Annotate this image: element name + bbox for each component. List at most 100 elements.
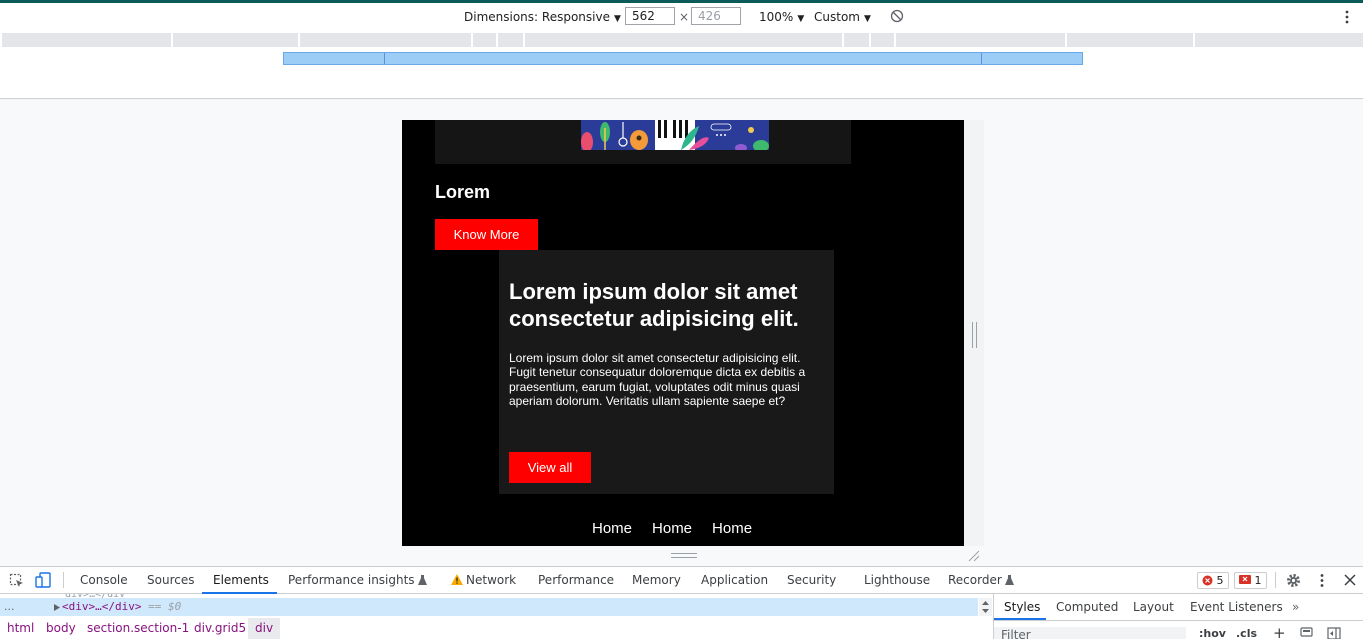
width-input[interactable]: 562 — [625, 7, 675, 25]
issue-count: 1 — [1254, 574, 1262, 587]
tab-styles[interactable]: Styles — [1004, 600, 1040, 614]
zoom-value: 100% — [759, 10, 794, 24]
toolbar-divider — [63, 572, 64, 588]
breadcrumb-body[interactable]: body — [46, 621, 76, 635]
breadcrumb-html[interactable]: html — [7, 621, 34, 635]
content-card: Lorem ipsum dolor sit amet consectetur a… — [499, 250, 834, 494]
corner-resize-handle[interactable] — [967, 549, 981, 563]
styles-filter-input[interactable]: Filter — [994, 627, 1186, 639]
devtools-panel: Console Sources Elements Performance ins… — [0, 566, 1363, 639]
caret-down-icon: ▼ — [613, 14, 621, 24]
media-query-segment[interactable] — [2, 33, 171, 47]
active-tab-indicator — [202, 592, 277, 594]
inspect-element-icon[interactable] — [9, 573, 24, 588]
caret-down-icon: ▼ — [863, 14, 871, 24]
error-counter[interactable]: 5 — [1197, 572, 1229, 589]
know-more-button[interactable]: Know More — [435, 219, 538, 250]
width-resize-handle[interactable] — [972, 322, 977, 348]
breadcrumb-div-grid5[interactable]: div.grid5 — [194, 621, 246, 635]
media-query-bar — [0, 31, 1363, 49]
caret-down-icon: ▼ — [797, 14, 805, 24]
throttle-dropdown[interactable]: Custom ▼ — [814, 10, 871, 26]
device-toolbar: Dimensions: Responsive ▼ 562 × 426 100% ▼ … — [0, 3, 1363, 31]
media-query-segment[interactable] — [498, 33, 523, 47]
media-query-segment[interactable] — [871, 33, 894, 47]
breadcrumb-div-current[interactable]: div — [248, 618, 281, 639]
dimensions-dropdown[interactable]: Dimensions: Responsive ▼ — [464, 10, 621, 26]
media-query-segment[interactable] — [173, 33, 298, 47]
view-all-button[interactable]: View all — [509, 452, 591, 483]
close-icon[interactable] — [1344, 574, 1356, 586]
tab-network[interactable]: Network — [451, 573, 516, 587]
tab-lighthouse[interactable]: Lighthouse — [864, 573, 930, 587]
scroll-arrows-icon — [982, 601, 989, 613]
new-style-rule-button[interactable]: + — [1273, 624, 1286, 639]
zoom-dropdown[interactable]: 100% ▼ — [759, 10, 804, 26]
page-viewport: Lorem Know More Lorem ipsum dolor sit am… — [402, 120, 964, 546]
media-query-segment[interactable] — [1195, 33, 1363, 47]
tab-layout[interactable]: Layout — [1133, 600, 1174, 614]
cls-toggle[interactable]: .cls — [1236, 627, 1257, 639]
section-heading: Lorem — [435, 182, 491, 202]
media-query-segment[interactable] — [844, 33, 869, 47]
computed-styles-toggle-icon[interactable] — [1300, 627, 1313, 639]
tab-memory[interactable]: Memory — [632, 573, 681, 587]
tab-sources[interactable]: Sources — [147, 573, 194, 587]
error-icon — [1202, 575, 1213, 586]
nav-link-home[interactable]: Home — [712, 520, 752, 537]
divider — [994, 620, 1363, 621]
rotate-icon[interactable] — [890, 9, 904, 23]
tab-elements[interactable]: Elements — [213, 573, 269, 587]
hov-toggle[interactable]: :hov — [1199, 627, 1226, 639]
throttle-value: Custom — [814, 10, 860, 24]
more-vert-icon[interactable] — [1344, 9, 1350, 25]
tab-performance-insights[interactable]: Performance insights — [288, 573, 427, 587]
media-query-segment[interactable] — [300, 33, 471, 47]
breadcrumb-section[interactable]: section.section-1 — [87, 621, 189, 635]
dom-node[interactable]: <div>…</div> == $0 — [62, 600, 181, 613]
tab-application[interactable]: Application — [701, 573, 768, 587]
tab-computed[interactable]: Computed — [1056, 600, 1118, 614]
media-query-segment[interactable] — [896, 33, 1065, 47]
tab-security[interactable]: Security — [787, 573, 836, 587]
media-query-highlight[interactable] — [283, 52, 1083, 65]
breadcrumb: html body section.section-1 div.grid5 di… — [0, 618, 992, 639]
tree-scrollbar[interactable] — [979, 598, 992, 616]
more-vert-icon[interactable] — [1319, 573, 1325, 588]
tab-performance[interactable]: Performance — [538, 573, 614, 587]
error-count: 5 — [1216, 574, 1224, 587]
dom-row-ellipsis[interactable]: ... — [4, 600, 15, 613]
more-tabs-chevron[interactable]: » — [1292, 600, 1299, 614]
device-toggle-icon[interactable] — [35, 572, 51, 589]
issues-counter[interactable]: 1 — [1234, 572, 1267, 589]
card-title: Lorem ipsum dolor sit amet consectetur a… — [509, 279, 799, 331]
expand-triangle-icon[interactable] — [54, 604, 60, 611]
dom-node-ref: == $0 — [148, 600, 182, 613]
banner-image — [581, 120, 769, 150]
media-query-segment[interactable] — [525, 33, 842, 47]
devtools-tabbar: Console Sources Elements Performance ins… — [0, 567, 1363, 594]
tab-recorder[interactable]: Recorder — [948, 573, 1014, 587]
media-query-divider — [981, 53, 982, 64]
height-resize-handle[interactable] — [671, 553, 697, 558]
settings-gear-icon[interactable] — [1286, 573, 1301, 588]
music-illustration-icon — [581, 120, 769, 150]
footer-nav: Home Home Home — [592, 520, 772, 537]
styles-pane: Styles Computed Layout Event Listeners »… — [993, 594, 1363, 639]
warning-icon — [451, 574, 463, 585]
nav-link-home[interactable]: Home — [592, 520, 632, 537]
tab-event-listeners[interactable]: Event Listeners — [1190, 600, 1283, 614]
tab-console[interactable]: Console — [80, 573, 128, 587]
tab-label: Network — [466, 573, 517, 587]
height-input[interactable]: 426 — [691, 7, 741, 25]
nav-link-home[interactable]: Home — [652, 520, 692, 537]
experiment-flask-icon — [417, 575, 427, 585]
image-card — [435, 120, 851, 164]
media-query-divider — [384, 53, 385, 64]
card-body: Lorem ipsum dolor sit amet consectetur a… — [509, 351, 806, 408]
experiment-flask-icon — [1004, 575, 1014, 585]
media-query-segment[interactable] — [1067, 33, 1193, 47]
media-query-segment[interactable] — [473, 33, 496, 47]
sidebar-toggle-icon[interactable] — [1327, 627, 1341, 639]
tab-label: Performance insights — [288, 573, 415, 587]
